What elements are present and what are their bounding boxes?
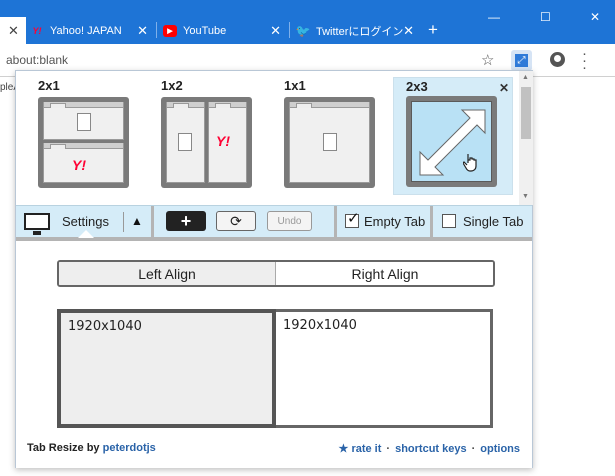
tab-twitter[interactable]: 🐦 Twitterにログイン ✕	[296, 17, 420, 44]
scroll-up-icon[interactable]: ▲	[522, 74, 529, 81]
menu-icon[interactable]: · · ·	[582, 46, 587, 75]
single-tab-label: Single Tab	[463, 214, 524, 229]
layout-scrollbar[interactable]: ▲ ▼	[519, 71, 533, 205]
settings-label: Settings	[62, 214, 109, 229]
tab-resize-popup: 2x1 Y! 1x2 Y! 1x1 2x3 ✕ ▲ ▼ Settings ▲ +…	[15, 70, 533, 468]
left-align-button[interactable]: Left Align	[59, 262, 276, 285]
settings-panel: Left Align Right Align 1920x1040 1920x10…	[16, 242, 532, 468]
reset-button[interactable]: ⟳	[216, 211, 256, 231]
minimize-icon[interactable]: —	[488, 10, 500, 24]
action-buttons: + ⟳ Undo	[154, 206, 337, 238]
star-icon[interactable]: ☆	[481, 51, 494, 69]
display-resolution: 1920x1040	[68, 319, 142, 334]
yahoo-icon: Y!	[32, 25, 42, 36]
display-1[interactable]: 1920x1040	[57, 309, 276, 428]
monitor-icon	[24, 213, 50, 235]
layout-preview	[406, 96, 497, 187]
window-close-icon[interactable]: ✕	[590, 10, 600, 24]
twitter-icon: 🐦	[295, 23, 311, 38]
hand-cursor-icon	[463, 154, 477, 172]
layout-label: 1x2	[161, 78, 183, 93]
browser-titlebar: ✕ Y! Yahoo! JAPAN ✕ ▶ YouTube ✕ 🐦 Twitte…	[0, 0, 615, 44]
tab-label: YouTube	[183, 24, 227, 37]
document-icon	[323, 133, 337, 151]
empty-tab-option[interactable]: ✓ Empty Tab	[337, 206, 433, 238]
tab-separator	[289, 22, 290, 38]
layout-option-1x2[interactable]: 1x2 Y!	[155, 75, 265, 197]
window-preview: Y!	[43, 143, 124, 183]
document-icon	[77, 113, 91, 131]
empty-tab-label: Empty Tab	[364, 214, 426, 229]
account-icon[interactable]	[550, 52, 565, 67]
window-preview	[166, 102, 205, 183]
empty-tab-checkbox[interactable]: ✓	[345, 210, 360, 228]
footer-title-text: Tab Resize by	[27, 442, 103, 454]
layout-preview: Y!	[161, 97, 252, 188]
separator: ·	[386, 443, 391, 455]
tab-yahoo[interactable]: Y! Yahoo! JAPAN ✕	[30, 17, 154, 44]
layout-option-2x1[interactable]: 2x1 Y!	[32, 75, 142, 197]
tab-resize-extension-button[interactable]: ⤢	[511, 50, 532, 71]
window-preview	[43, 102, 124, 140]
layout-label: 1x1	[284, 78, 306, 93]
chevron-up-icon[interactable]: ▲	[131, 214, 143, 228]
display-resolution: 1920x1040	[283, 318, 357, 333]
close-icon[interactable]: ✕	[137, 23, 148, 39]
resize-preview	[411, 101, 492, 182]
footer-links: ★ rate it · shortcut keys · options	[339, 442, 520, 455]
divider	[123, 212, 124, 232]
undo-button[interactable]: Undo	[267, 211, 312, 231]
close-icon[interactable]: ✕	[270, 23, 281, 39]
url-input[interactable]: about:blank	[6, 53, 68, 67]
toolbar: Settings ▲ + ⟳ Undo ✓ Empty Tab Single T…	[16, 205, 532, 241]
resize-arrow-icon: ⤢	[515, 54, 528, 67]
checkmark-icon: ✓	[347, 210, 360, 227]
scroll-down-icon[interactable]: ▼	[522, 193, 529, 200]
yahoo-icon: Y!	[216, 133, 230, 149]
layout-label: 2x3	[406, 79, 428, 94]
rate-link[interactable]: ★ rate it	[339, 443, 382, 455]
window-preview	[289, 102, 370, 183]
yahoo-icon: Y!	[72, 157, 86, 173]
close-icon[interactable]: ✕	[8, 23, 19, 39]
window-preview: Y!	[208, 102, 247, 183]
layout-preview: Y!	[38, 97, 129, 188]
single-tab-checkbox[interactable]	[442, 214, 456, 228]
close-icon[interactable]: ✕	[403, 23, 414, 39]
resize-arrow-icon	[419, 109, 486, 176]
layout-option-2x3[interactable]: 2x3 ✕	[393, 77, 513, 195]
document-icon	[178, 133, 192, 151]
display-selector: 1920x1040 1920x1040	[57, 309, 493, 428]
alignment-toggle: Left Align Right Align	[57, 260, 495, 287]
tab-label: Yahoo! JAPAN	[50, 24, 122, 37]
display-2[interactable]: 1920x1040	[276, 309, 493, 428]
close-icon[interactable]: ✕	[499, 81, 509, 95]
add-layout-button[interactable]: +	[166, 211, 206, 231]
layout-option-1x1[interactable]: 1x1	[278, 75, 388, 197]
options-link[interactable]: options	[480, 443, 520, 455]
scroll-thumb[interactable]	[521, 87, 531, 139]
footer: Tab Resize by peterdotjs ★ rate it · short…	[16, 442, 532, 462]
layout-list: 2x1 Y! 1x2 Y! 1x1 2x3 ✕	[16, 71, 519, 205]
active-tab[interactable]: ✕	[0, 17, 26, 44]
shortcut-keys-link[interactable]: shortcut keys	[395, 443, 467, 455]
tab-label: Twitterにログイン	[316, 25, 404, 38]
layout-preview	[284, 97, 375, 188]
author-link[interactable]: peterdotjs	[103, 442, 156, 454]
settings-pointer	[78, 230, 94, 238]
tab-youtube[interactable]: ▶ YouTube ✕	[163, 17, 287, 44]
right-align-button[interactable]: Right Align	[277, 262, 493, 285]
youtube-icon: ▶	[163, 24, 177, 37]
single-tab-option[interactable]: Single Tab	[433, 206, 532, 238]
new-tab-button[interactable]: +	[428, 21, 438, 38]
footer-title: Tab Resize by peterdotjs	[27, 442, 156, 454]
tab-separator	[156, 22, 157, 38]
separator: ·	[471, 443, 476, 455]
layout-label: 2x1	[38, 78, 60, 93]
maximize-icon[interactable]: ☐	[540, 10, 551, 24]
settings-toggle[interactable]: Settings ▲	[16, 206, 154, 238]
